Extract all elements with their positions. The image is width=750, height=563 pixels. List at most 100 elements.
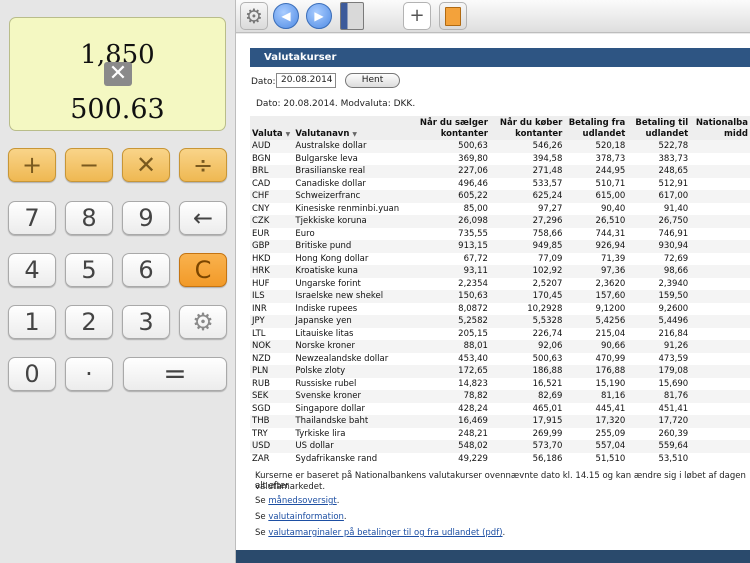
buy-cash-cell: 394,58: [489, 152, 565, 165]
bookmarks-book-icon[interactable]: [340, 2, 364, 30]
currency-name-cell: Norske kroner: [293, 340, 417, 353]
buy-cash-cell: 758,66: [489, 227, 565, 240]
payment-from-abroad-cell: 90,66: [564, 340, 628, 353]
buy-cash-cell: 625,24: [489, 190, 565, 203]
currency-name-cell: US dollar: [293, 440, 417, 453]
minus-button[interactable]: −: [65, 148, 113, 182]
sell-cash-cell: 14,823: [416, 377, 490, 390]
currency-code-cell: GBP: [250, 240, 294, 253]
payment-from-abroad-cell: 215,04: [564, 327, 628, 340]
backspace-button[interactable]: ←: [179, 201, 227, 235]
currency-code-cell: NZD: [250, 352, 294, 365]
sell-cash-cell: 248,21: [416, 427, 490, 440]
currency-name-cell: Britiske pund: [293, 240, 417, 253]
payment-from-abroad-cell: 26,510: [564, 215, 628, 228]
currency-name-cell: Newzealandske dollar: [293, 352, 417, 365]
currency-info-link[interactable]: valutainformation: [268, 512, 344, 522]
currency-name-cell: Singapore dollar: [293, 402, 417, 415]
currency-code-cell: HUF: [250, 277, 294, 290]
plus-button[interactable]: +: [8, 148, 56, 182]
table-row: PLN Polske zloty 172,65 186,88 176,88 179,08: [250, 365, 750, 378]
national-bank-mid-cell: [690, 215, 750, 228]
national-bank-mid-cell: [690, 327, 750, 340]
digit-2-button[interactable]: 2: [65, 305, 113, 339]
multiply-button[interactable]: ✕: [122, 148, 170, 182]
saved-pages-book-icon[interactable]: [439, 2, 467, 30]
buy-cash-cell: 92,06: [489, 340, 565, 353]
payment-to-abroad-cell: 26,750: [627, 215, 691, 228]
table-row: NZD Newzealandske dollar 453,40 500,63 470,9…: [250, 352, 750, 365]
currency-margins-pdf-link[interactable]: valutamarginaler på betalinger til og fr…: [268, 528, 502, 538]
currency-code-cell: NOK: [250, 340, 294, 353]
national-bank-mid-cell: [690, 290, 750, 303]
table-row: CNY Kinesiske renminbi.yuan 85,00 97,27 90,4…: [250, 202, 750, 215]
fetch-button[interactable]: Hent: [345, 73, 400, 88]
currency-name-cell: Polske zloty: [293, 365, 417, 378]
date-input[interactable]: 20.08.2014: [276, 73, 336, 88]
payment-to-abroad-cell: 383,73: [627, 152, 691, 165]
digit-5-button[interactable]: 5: [65, 253, 113, 287]
digit-6-button[interactable]: 6: [122, 253, 170, 287]
display-operator: ✕: [104, 62, 132, 86]
digit-1-button[interactable]: 1: [8, 305, 56, 339]
payment-to-abroad-cell: 617,00: [627, 190, 691, 203]
add-bookmark-plus-icon[interactable]: +: [403, 2, 431, 30]
currency-code-cell: BRL: [250, 165, 294, 178]
forward-arrow-icon[interactable]: ▶: [306, 3, 332, 29]
table-row: BGN Bulgarske leva 369,80 394,58 378,73 383,7…: [250, 152, 750, 165]
digit-4-button[interactable]: 4: [8, 253, 56, 287]
payment-from-abroad-cell: 744,31: [564, 227, 628, 240]
digit-9-button[interactable]: 9: [122, 201, 170, 235]
divide-button[interactable]: ÷: [179, 148, 227, 182]
settings-gear-button[interactable]: ⚙: [179, 305, 227, 339]
payment-to-abroad-cell: 451,41: [627, 402, 691, 415]
currency-code-cell: USD: [250, 440, 294, 453]
digit-8-button[interactable]: 8: [65, 201, 113, 235]
digit-3-button[interactable]: 3: [122, 305, 170, 339]
table-row: EUR Euro 735,55 758,66 744,31 746,91: [250, 227, 750, 240]
currency-code-cell: HRK: [250, 265, 294, 278]
sell-cash-cell: 453,40: [416, 352, 490, 365]
decimal-point-button[interactable]: ·: [65, 357, 113, 391]
currency-name-cell: Sydafrikanske rand: [293, 452, 417, 465]
table-row: CZK Tjekkiske koruna 26,098 27,296 26,510 26,…: [250, 215, 750, 228]
display-second-operand: 500.63: [70, 94, 165, 125]
digit-7-button[interactable]: 7: [8, 201, 56, 235]
table-row: BRL Brasilianske real 227,06 271,48 244,95 24…: [250, 165, 750, 178]
date-label: Dato:: [251, 77, 276, 87]
currency-name-cell: Australske dollar: [293, 140, 417, 153]
table-row: LTL Litauiske litas 205,15 226,74 215,04 216,…: [250, 327, 750, 340]
payment-from-abroad-cell: 157,60: [564, 290, 628, 303]
monthly-overview-link[interactable]: månedsoversigt: [268, 496, 336, 506]
payment-from-abroad-cell: 71,39: [564, 252, 628, 265]
digit-0-button[interactable]: 0: [8, 357, 56, 391]
column-header-currency-name[interactable]: Valutanavn ▼: [293, 116, 417, 140]
column-header-payment-to-abroad: Betaling til udlandet: [627, 116, 691, 140]
currency-name-cell: Russiske rubel: [293, 377, 417, 390]
equals-button[interactable]: =: [123, 357, 227, 391]
sell-cash-cell: 2,2354: [416, 277, 490, 290]
table-row: INR Indiske rupees 8,0872 10,2928 9,1200 9,26…: [250, 302, 750, 315]
sell-cash-cell: 496,46: [416, 177, 490, 190]
national-bank-mid-cell: [690, 315, 750, 328]
national-bank-mid-cell: [690, 277, 750, 290]
column-header-currency-code[interactable]: Valuta ▼: [250, 116, 294, 140]
sort-arrow-icon[interactable]: ▼: [352, 131, 357, 138]
payment-to-abroad-cell: 72,69: [627, 252, 691, 265]
payment-to-abroad-cell: 15,690: [627, 377, 691, 390]
currency-name-cell: Svenske kroner: [293, 390, 417, 403]
currency-code-cell: PLN: [250, 365, 294, 378]
payment-to-abroad-cell: 98,66: [627, 265, 691, 278]
sort-arrow-icon[interactable]: ▼: [286, 131, 291, 138]
payment-to-abroad-cell: 216,84: [627, 327, 691, 340]
back-arrow-icon[interactable]: ◀: [273, 3, 299, 29]
settings-gear-icon[interactable]: ⚙: [240, 2, 268, 30]
clear-button[interactable]: C: [179, 253, 227, 287]
payment-to-abroad-cell: 91,40: [627, 202, 691, 215]
national-bank-mid-cell: [690, 440, 750, 453]
payment-from-abroad-cell: 17,320: [564, 415, 628, 428]
sell-cash-cell: 428,24: [416, 402, 490, 415]
table-row: HRK Kroatiske kuna 93,11 102,92 97,36 98,66: [250, 265, 750, 278]
currency-code-cell: AUD: [250, 140, 294, 153]
currency-code-cell: SGD: [250, 402, 294, 415]
